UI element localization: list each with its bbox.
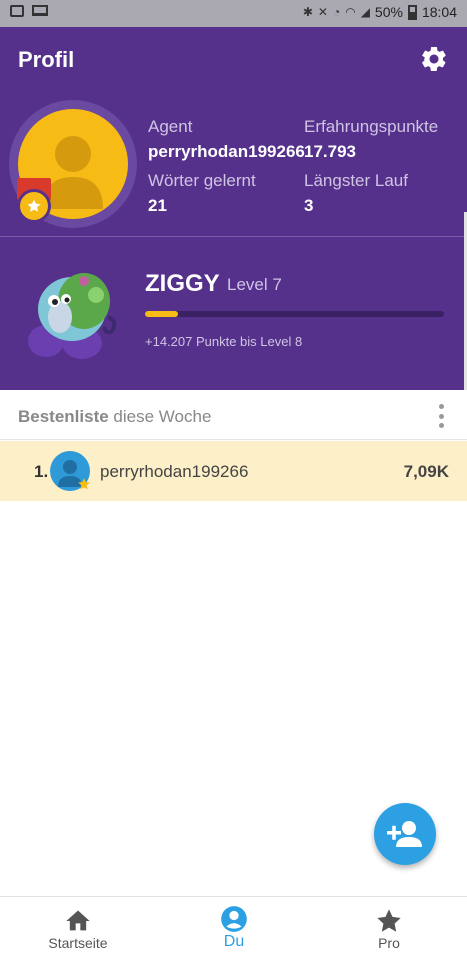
laptop-icon bbox=[32, 5, 48, 16]
home-icon bbox=[66, 910, 90, 931]
battery-percent: 50% bbox=[374, 4, 403, 20]
wifi-icon: ◠ bbox=[345, 5, 356, 19]
alarm-icon: ◔ bbox=[332, 5, 341, 19]
bluetooth-icon: ✱ bbox=[302, 5, 313, 19]
level-progress-fill bbox=[145, 311, 178, 317]
signal-icon: ◢ bbox=[360, 5, 370, 19]
stat-value-streak: 3 bbox=[304, 196, 314, 215]
more-options-icon[interactable] bbox=[439, 404, 445, 428]
leaderboard-row[interactable]: 1. perryrhodan199266 7,09K bbox=[0, 441, 467, 501]
nav-item-account[interactable]: Du bbox=[156, 897, 312, 960]
leaderboard-score: 7,09K bbox=[403, 462, 449, 481]
nav-label-pro: Pro bbox=[378, 935, 400, 951]
star-icon bbox=[377, 909, 401, 932]
nav-item-home[interactable]: Startseite bbox=[0, 897, 156, 960]
nav-label-home: Startseite bbox=[48, 935, 108, 951]
stat-label-words: Wörter gelernt bbox=[148, 171, 256, 190]
stat-value-agent: perryrhodan199266 bbox=[148, 142, 305, 161]
level-section[interactable]: ZIGGY Level 7 +14.207 Punkte bis Level 8 bbox=[0, 237, 467, 390]
stat-label-agent: Agent bbox=[148, 117, 193, 136]
mascot-name: ZIGGY bbox=[145, 270, 220, 297]
status-indicators: ✱ ✕ ◔ ◠ ◢ 50% 18:04 bbox=[303, 4, 457, 20]
status-notifications bbox=[10, 5, 48, 17]
battery-icon bbox=[407, 4, 417, 20]
add-friend-button[interactable] bbox=[374, 803, 436, 865]
stat-label-streak: Längster Lauf bbox=[304, 171, 408, 190]
leaderboard-username: perryrhodan199266 bbox=[100, 462, 249, 481]
app-bar: Profil bbox=[0, 27, 467, 91]
star-badge-icon bbox=[78, 478, 90, 490]
nav-item-pro[interactable]: Pro bbox=[311, 897, 467, 960]
nav-label-account: Du bbox=[223, 933, 245, 950]
page-title: Profil bbox=[18, 47, 75, 72]
clock: 18:04 bbox=[421, 4, 457, 20]
leaderboard-rank: 1. bbox=[34, 462, 49, 481]
ziggy-mascot-icon bbox=[28, 273, 117, 359]
account-icon bbox=[221, 906, 247, 932]
star-badge-icon bbox=[17, 189, 51, 223]
stat-label-xp: Erfahrungspunkte bbox=[304, 117, 439, 136]
points-to-next-level: +14.207 Punkte bis Level 8 bbox=[145, 334, 303, 349]
profile-header: Agent perryrhodan199266 Erfahrungspunkte… bbox=[0, 91, 467, 237]
gallery-icon bbox=[10, 5, 24, 17]
stat-value-xp: 17.793 bbox=[304, 142, 356, 161]
mute-icon: ✕ bbox=[317, 5, 328, 19]
leaderboard-header: Bestenliste diese Woche bbox=[0, 390, 467, 440]
leaderboard-title: Bestenliste diese Woche bbox=[18, 407, 212, 426]
stat-value-words: 21 bbox=[148, 196, 167, 215]
gear-icon[interactable] bbox=[419, 44, 449, 74]
bottom-navigation: Startseite Du Pro bbox=[0, 896, 467, 960]
add-person-icon bbox=[387, 821, 422, 847]
status-bar: ✱ ✕ ◔ ◠ ◢ 50% 18:04 bbox=[0, 0, 467, 27]
level-progress-bar bbox=[145, 311, 444, 317]
level-label: Level 7 bbox=[227, 275, 282, 294]
